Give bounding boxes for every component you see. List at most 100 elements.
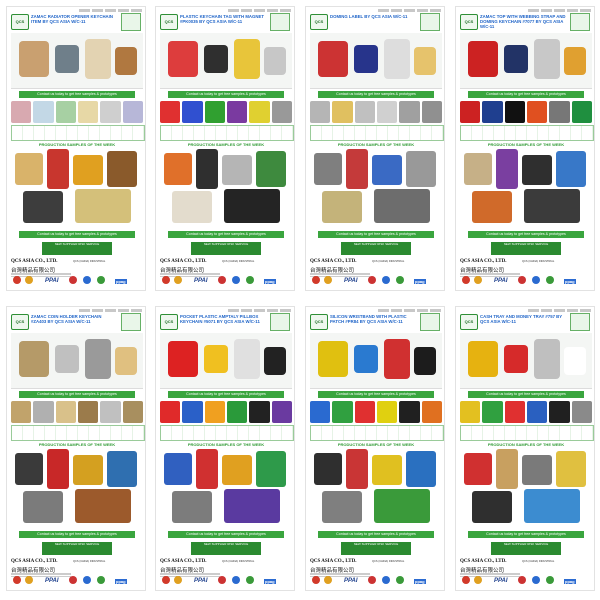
supplier-service-box[interactable]: NEW SUPPLIER RISK SERVICE <box>341 242 411 255</box>
contact-banner-bottom[interactable]: Contact us today to get free samples & p… <box>168 231 284 238</box>
award-badge-icon <box>13 576 21 584</box>
sample-photo <box>73 455 103 485</box>
supplier-service-box[interactable]: NEW SUPPLIER RISK SERVICE <box>191 242 261 255</box>
sample-photo <box>522 455 552 485</box>
color-variant-swatch <box>526 401 548 423</box>
product-photo <box>19 41 49 77</box>
top-nav-links[interactable] <box>228 309 291 312</box>
member-badge-icon <box>396 276 404 284</box>
newsletter-page: QCS PLASTIC KEYCHAIN TAG WITH MAGNET #PK… <box>155 6 295 291</box>
contact-banner[interactable]: Contact us today to get free samples & p… <box>318 91 434 98</box>
contact-banner[interactable]: Contact us today to get free samples & p… <box>318 391 434 398</box>
award-badge-icon <box>174 276 182 284</box>
color-variant-swatch <box>204 101 225 123</box>
product-photo <box>55 45 79 73</box>
contact-banner-bottom[interactable]: Contact us today to get free samples & p… <box>468 231 584 238</box>
color-variant-swatch <box>249 101 270 123</box>
qcs-logo: QCS <box>460 14 478 30</box>
section-heading: PRODUCTION SAMPLES OF THE WEEK <box>187 442 265 447</box>
sample-photo <box>464 453 492 485</box>
product-photo <box>384 339 410 379</box>
product-photo <box>19 341 49 377</box>
newsletter-title[interactable]: DOMING LABEL BY QCS ASIA W/C-11 <box>330 14 416 19</box>
hero-product-image <box>310 33 442 89</box>
top-nav-links[interactable] <box>79 309 142 312</box>
supplier-service-box[interactable]: NEW SUPPLIER RISK SERVICE <box>491 542 561 555</box>
member-badge-icon <box>396 576 404 584</box>
contact-banner[interactable]: Contact us today to get free samples & p… <box>19 391 135 398</box>
newsletter-title[interactable]: POCKET PLASTIC AMPTALY PILLBOX KEYCHAIN … <box>180 314 266 324</box>
color-variant-swatch <box>33 401 54 423</box>
price-box <box>420 13 440 31</box>
color-options <box>310 101 442 123</box>
samples-gallery <box>462 149 590 227</box>
color-variant-swatch <box>460 101 481 123</box>
company-name: QCS ASIA CO., LTD. <box>11 259 58 264</box>
color-variant-swatch <box>11 101 32 123</box>
color-variant-swatch <box>399 401 420 423</box>
sample-photo <box>524 489 580 523</box>
supplier-service-box[interactable]: NEW SUPPLIER RISK SERVICE <box>341 542 411 555</box>
member-badge-icon <box>518 276 526 284</box>
top-nav-links[interactable] <box>528 9 591 12</box>
newsletter-title[interactable]: ZAMAC RADIATOR OPENER KEYCHAIN ITEM BY Q… <box>31 14 117 24</box>
sample-photo <box>73 155 103 185</box>
hero-product-image <box>460 33 592 89</box>
member-badge-icon <box>83 576 91 584</box>
contact-banner[interactable]: Contact us today to get free samples & p… <box>168 91 284 98</box>
newsletter-title[interactable]: CASH TRAY AND MONEY TRAY #757 BY QCS ASI… <box>480 314 566 324</box>
contact-banner-bottom[interactable]: Contact us today to get free samples & p… <box>318 531 434 538</box>
ppai-logo: PPAI <box>494 578 508 584</box>
product-photo <box>115 347 137 375</box>
member-badge-icon <box>97 576 105 584</box>
supplier-service-box[interactable]: NEW SUPPLIER RISK SERVICE <box>42 242 112 255</box>
contact-banner-bottom[interactable]: Contact us today to get free samples & p… <box>19 231 135 238</box>
contact-banner[interactable]: Contact us today to get free samples & p… <box>19 91 135 98</box>
qcs-logo: QCS <box>11 314 29 330</box>
contact-banner[interactable]: Contact us today to get free samples & p… <box>468 391 584 398</box>
member-badge-icon <box>532 576 540 584</box>
top-nav-links[interactable] <box>378 309 441 312</box>
sample-photo <box>464 153 492 185</box>
contact-banner-bottom[interactable]: Contact us today to get free samples & p… <box>168 531 284 538</box>
contact-banner-bottom[interactable]: Contact us today to get free samples & p… <box>468 531 584 538</box>
contact-banner-bottom[interactable]: Contact us today to get free samples & p… <box>19 531 135 538</box>
newsletter-title[interactable]: SILICON WRISTBAND WITH PLASTIC PATCH #PR… <box>330 314 416 324</box>
top-nav-links[interactable] <box>79 9 142 12</box>
samples-gallery <box>312 149 440 227</box>
spec-table <box>460 125 594 141</box>
supplier-service-box[interactable]: NEW SUPPLIER RISK SERVICE <box>491 242 561 255</box>
member-badge-icon <box>382 576 390 584</box>
ppai-logo: PPAI <box>344 578 358 584</box>
contact-banner[interactable]: Contact us today to get free samples & p… <box>168 391 284 398</box>
newsletter-page: QCS POCKET PLASTIC AMPTALY PILLBOX KEYCH… <box>155 306 295 591</box>
supplier-service-box[interactable]: NEW SUPPLIER RISK SERVICE <box>191 542 261 555</box>
spec-table <box>310 425 444 441</box>
top-nav-links[interactable] <box>528 309 591 312</box>
award-badge-icon <box>162 276 170 284</box>
color-variant-swatch <box>376 101 398 123</box>
color-options <box>11 101 143 123</box>
newsletter-title[interactable]: ZAMAC COIN HOLDER KEYCHAIN #ZA403 BY QCS… <box>31 314 117 324</box>
contact-banner-bottom[interactable]: Contact us today to get free samples & p… <box>318 231 434 238</box>
product-photo <box>534 39 560 79</box>
top-nav-links[interactable] <box>378 9 441 12</box>
sample-photo <box>107 151 137 187</box>
spec-table <box>11 425 145 441</box>
color-variant-swatch <box>182 401 203 423</box>
color-variant-swatch <box>55 101 76 123</box>
color-options <box>160 101 292 123</box>
product-photo <box>504 45 528 73</box>
color-variant-swatch <box>310 401 331 423</box>
price-box <box>570 13 590 31</box>
newsletter-page: QCS CASH TRAY AND MONEY TRAY #757 BY QCS… <box>455 306 595 591</box>
top-nav-links[interactable] <box>228 9 291 12</box>
newsletter-title[interactable]: PLASTIC KEYCHAIN TAG WITH MAGNET #PK0035… <box>180 14 266 24</box>
contact-banner[interactable]: Contact us today to get free samples & p… <box>468 91 584 98</box>
supplier-service-box[interactable]: NEW SUPPLIER RISK SERVICE <box>42 542 112 555</box>
price-box <box>121 313 141 331</box>
color-variant-swatch <box>33 101 54 123</box>
sample-photo <box>75 489 131 523</box>
member-badge-icon <box>218 276 226 284</box>
newsletter-title[interactable]: ZAMAC TOP WITH WEBBING STRAP AND DOMING … <box>480 14 566 29</box>
